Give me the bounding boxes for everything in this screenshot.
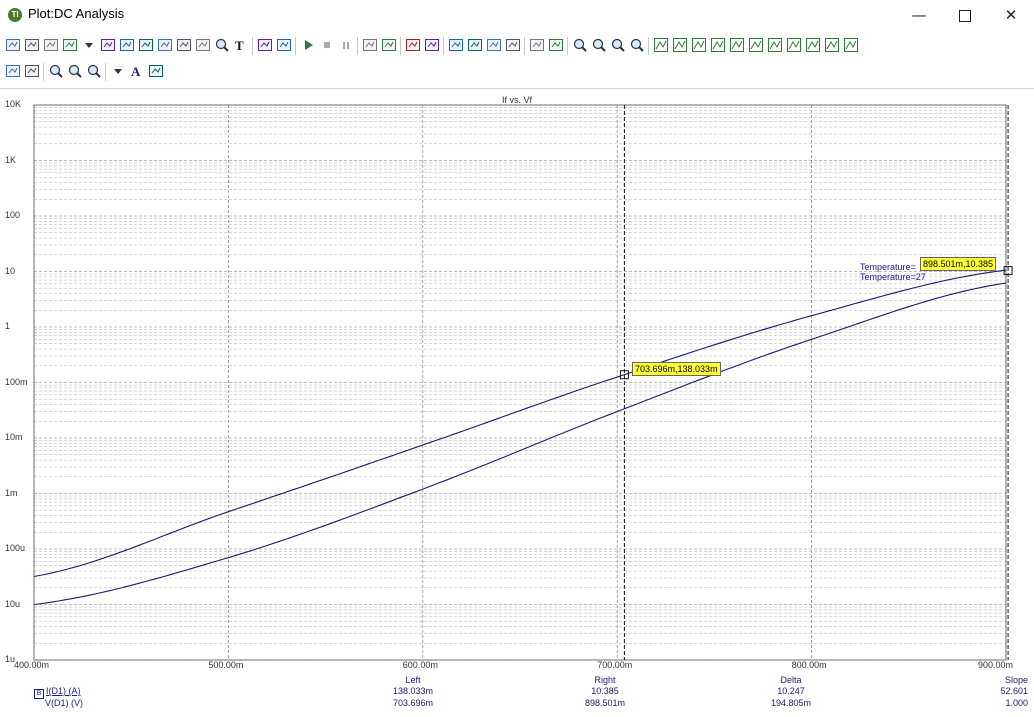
y-tick-label: 100	[5, 210, 21, 220]
readout-right-header: Right	[594, 675, 616, 685]
y-tick-label: 1	[5, 321, 11, 331]
y-tick-label: 1K	[5, 154, 17, 165]
y-tick-label: 10K	[5, 99, 22, 109]
readout-delta-value1: 10.247	[777, 686, 805, 696]
legend-label: I(D1) (A)	[46, 686, 81, 696]
readout-slope-value1: 52.601	[1000, 686, 1028, 696]
cursor-a-label: 703.696m,138.033m	[632, 362, 721, 376]
x-tick-label: 900.00m	[978, 660, 1014, 670]
readout-right-value1: 10.385	[591, 686, 619, 696]
x-tick-label: 800.00m	[791, 660, 827, 670]
y-tick-label: 100m	[5, 376, 28, 387]
readout-left-value2: 703.696m	[392, 698, 434, 708]
trace-label-2: Temperature=27	[860, 272, 926, 282]
y-tick-label: 10m	[5, 432, 23, 442]
readout-left-header: Left	[405, 675, 421, 685]
trace-2	[33, 282, 1007, 606]
readout-right-value2: 898.501m	[584, 698, 626, 708]
cursor-b-label: 898.501m,10.385	[920, 257, 997, 271]
readout-slope-value2: 1.000	[1005, 698, 1028, 708]
plot-area[interactable]	[0, 0, 1034, 717]
readout-delta-value2: 194.805m	[770, 698, 812, 708]
readout-left-value1: 138.033m	[392, 686, 434, 696]
trace-label-1: Temperature=	[860, 262, 916, 272]
legend-item-voltage[interactable]: V(D1) (V)	[45, 698, 83, 708]
y-tick-label: 10u	[5, 598, 21, 609]
x-tick-label: 700.00m	[597, 660, 633, 670]
trace-1	[33, 269, 1007, 578]
y-tick-label: 100u	[5, 543, 26, 553]
x-tick-label: 600.00m	[402, 660, 438, 670]
legend-marker: B	[34, 689, 44, 699]
x-tick-label: 400.00m	[14, 660, 50, 670]
y-tick-label: 1m	[5, 487, 18, 498]
legend-label: V(D1) (V)	[45, 698, 83, 708]
readout-delta-header: Delta	[780, 675, 802, 685]
readout-slope-header: Slope	[1004, 675, 1028, 685]
x-tick-label: 500.00m	[208, 660, 244, 670]
y-tick-label: 10	[5, 265, 16, 276]
